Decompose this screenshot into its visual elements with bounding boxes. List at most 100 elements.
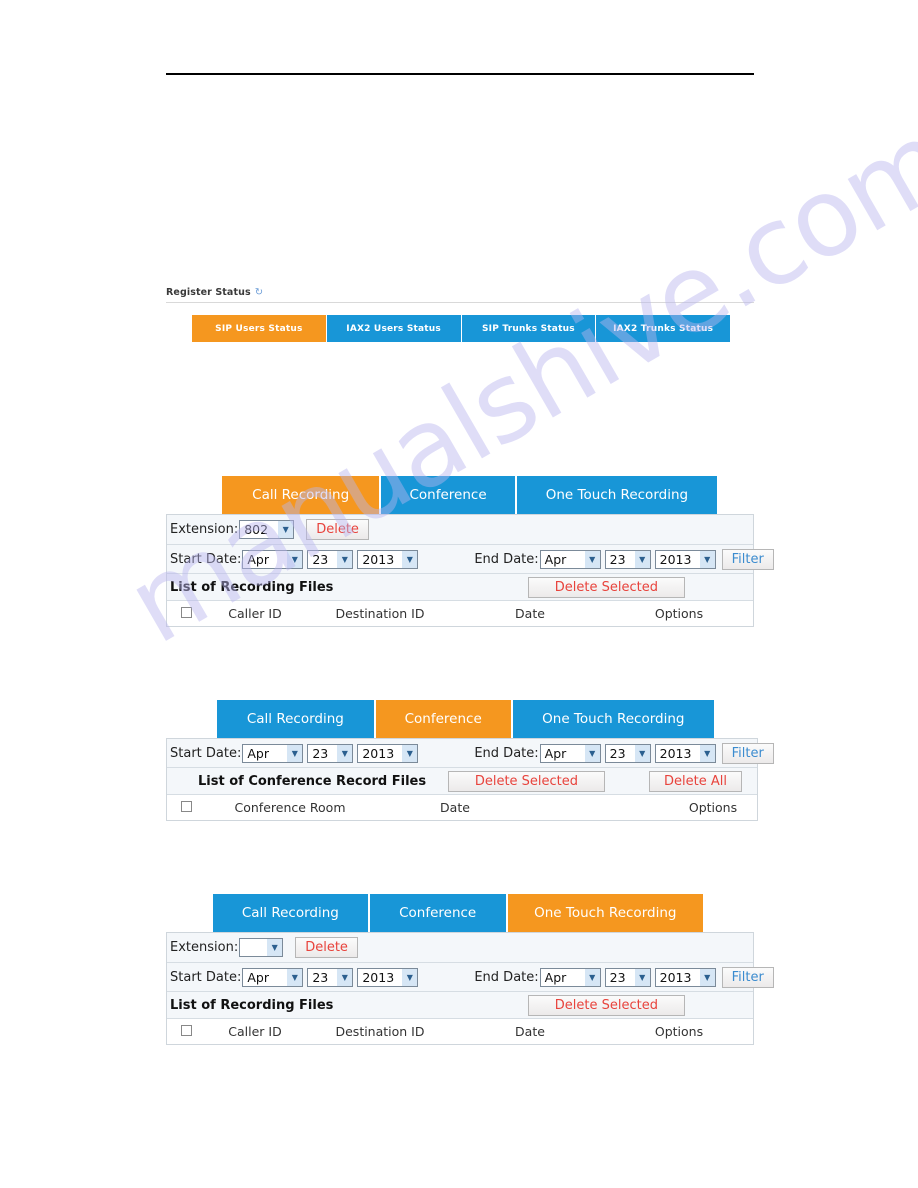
list-header-row: List of Conference Record Files Delete S… — [167, 768, 757, 795]
chevron-down-icon: ▼ — [401, 550, 418, 568]
tab-sip-trunks-status[interactable]: SIP Trunks Status — [461, 315, 597, 342]
register-status-section: Register Status ↻ SIP Users Status IAX2 … — [166, 287, 754, 342]
start-date-month-select[interactable]: Apr ▼ — [242, 549, 304, 569]
end-date-year-select[interactable]: 2013 ▼ — [654, 967, 716, 987]
refresh-icon[interactable]: ↻ — [255, 287, 265, 298]
select-all-checkbox[interactable] — [180, 1025, 192, 1036]
end-date-month-select[interactable]: Apr ▼ — [539, 967, 601, 987]
column-options: Options — [654, 1024, 704, 1039]
delete-selected-button[interactable]: Delete Selected — [447, 770, 606, 792]
tab-conference[interactable]: Conference — [369, 894, 508, 932]
end-date-month-select[interactable]: Apr ▼ — [539, 743, 601, 763]
one-touch-tab-bar: Call Recording Conference One Touch Reco… — [213, 894, 703, 932]
tab-conference[interactable]: Conference — [375, 700, 513, 738]
start-date-month-value: Apr — [247, 745, 269, 761]
delete-all-button[interactable]: Delete All — [649, 770, 742, 792]
end-date-label: End Date: — [474, 551, 539, 567]
start-date-year-value: 2013 — [362, 551, 395, 567]
extension-row: Extension: ▼ Delete — [167, 933, 753, 963]
filter-button[interactable]: Filter — [721, 742, 774, 764]
extension-select-value — [240, 939, 266, 956]
register-status-label: Register Status — [166, 287, 251, 298]
end-date-year-select[interactable]: 2013 ▼ — [654, 743, 716, 763]
end-date-month-value: Apr — [544, 745, 567, 761]
date-filter-row: Start Date: Apr ▼ 23 ▼ 2013 ▼ End Date: … — [167, 963, 774, 992]
chevron-down-icon: ▼ — [336, 744, 353, 762]
column-caller-id: Caller ID — [228, 1024, 282, 1039]
select-all-checkbox[interactable] — [180, 801, 192, 812]
extension-select[interactable]: ▼ — [239, 938, 284, 957]
chevron-down-icon: ▼ — [633, 744, 650, 762]
start-date-year-value: 2013 — [362, 745, 395, 761]
column-options: Options — [688, 800, 738, 815]
chevron-down-icon: ▼ — [698, 968, 715, 986]
end-date-month-value: Apr — [544, 551, 567, 567]
list-of-recording-files-title: List of Recording Files — [170, 997, 334, 1013]
delete-extension-button[interactable]: Delete — [306, 519, 369, 540]
column-destination-id: Destination ID — [335, 1024, 425, 1039]
start-date-year-select[interactable]: 2013 ▼ — [357, 549, 419, 569]
end-date-label: End Date: — [474, 745, 539, 761]
tab-call-recording[interactable]: Call Recording — [222, 476, 382, 514]
end-date-month-value: Apr — [544, 969, 567, 985]
chevron-down-icon: ▼ — [633, 968, 650, 986]
register-status-header: Register Status ↻ — [166, 287, 754, 303]
delete-extension-button[interactable]: Delete — [295, 937, 358, 958]
call-recording-panel: Extension: 802 ▼ Delete Start Date: Apr … — [166, 514, 774, 627]
tab-iax2-users-status[interactable]: IAX2 Users Status — [326, 315, 462, 342]
end-date-year-value: 2013 — [659, 551, 692, 567]
extension-select[interactable]: 802 ▼ — [239, 520, 295, 539]
start-date-year-select[interactable]: 2013 ▼ — [357, 967, 419, 987]
extension-label: Extension: — [170, 522, 239, 537]
one-touch-panel: Extension: ▼ Delete Start Date: Apr ▼ 23… — [166, 932, 774, 1045]
start-date-month-select[interactable]: Apr ▼ — [242, 743, 304, 763]
end-date-day-select[interactable]: 23 ▼ — [604, 549, 651, 569]
end-date-day-value: 23 — [609, 745, 626, 761]
chevron-down-icon: ▼ — [401, 968, 418, 986]
start-date-year-select[interactable]: 2013 ▼ — [357, 743, 419, 763]
tab-iax2-trunks-status[interactable]: IAX2 Trunks Status — [596, 315, 730, 342]
start-date-day-select[interactable]: 23 ▼ — [307, 743, 354, 763]
start-date-day-select[interactable]: 23 ▼ — [307, 967, 354, 987]
date-filter-row: Start Date: Apr ▼ 23 ▼ 2013 ▼ End Date: … — [167, 545, 774, 574]
tab-conference[interactable]: Conference — [381, 476, 517, 514]
tab-call-recording[interactable]: Call Recording — [213, 894, 370, 932]
delete-selected-button[interactable]: Delete Selected — [527, 994, 685, 1016]
start-date-label: Start Date: — [170, 969, 242, 985]
delete-selected-button[interactable]: Delete Selected — [527, 576, 685, 598]
end-date-day-select[interactable]: 23 ▼ — [604, 967, 651, 987]
end-date-label: End Date: — [474, 969, 539, 985]
start-date-day-select[interactable]: 23 ▼ — [307, 549, 354, 569]
select-all-checkbox[interactable] — [180, 607, 192, 618]
chevron-down-icon: ▼ — [266, 939, 283, 956]
tab-one-touch-recording[interactable]: One Touch Recording — [516, 476, 717, 514]
start-date-day-value: 23 — [312, 551, 329, 567]
chevron-down-icon: ▼ — [583, 550, 600, 568]
select-all-cell — [167, 800, 205, 815]
chevron-down-icon: ▼ — [583, 968, 600, 986]
select-all-cell — [167, 1024, 205, 1039]
tab-sip-users-status[interactable]: SIP Users Status — [192, 315, 327, 342]
start-date-day-value: 23 — [312, 745, 329, 761]
tab-one-touch-recording[interactable]: One Touch Recording — [512, 700, 714, 738]
column-caller-id: Caller ID — [228, 606, 282, 621]
conference-table-header: Conference Room Date Options — [167, 795, 757, 820]
end-date-day-select[interactable]: 23 ▼ — [604, 743, 651, 763]
recording-table-header: Caller ID Destination ID Date Options — [167, 601, 753, 626]
filter-button[interactable]: Filter — [721, 548, 774, 570]
chevron-down-icon: ▼ — [633, 550, 650, 568]
start-date-month-select[interactable]: Apr ▼ — [242, 967, 304, 987]
end-date-year-value: 2013 — [659, 745, 692, 761]
conference-panel: Start Date: Apr ▼ 23 ▼ 2013 ▼ End Date: … — [166, 738, 774, 821]
start-date-year-value: 2013 — [362, 969, 395, 985]
tab-one-touch-recording[interactable]: One Touch Recording — [507, 894, 703, 932]
column-date: Date — [515, 606, 545, 621]
end-date-month-select[interactable]: Apr ▼ — [539, 549, 601, 569]
tab-call-recording[interactable]: Call Recording — [217, 700, 376, 738]
list-of-conference-record-files-title: List of Conference Record Files — [198, 773, 427, 789]
column-destination-id: Destination ID — [335, 606, 425, 621]
select-all-cell — [167, 606, 205, 621]
end-date-year-select[interactable]: 2013 ▼ — [654, 549, 716, 569]
filter-button[interactable]: Filter — [721, 966, 774, 988]
extension-label: Extension: — [170, 940, 239, 955]
